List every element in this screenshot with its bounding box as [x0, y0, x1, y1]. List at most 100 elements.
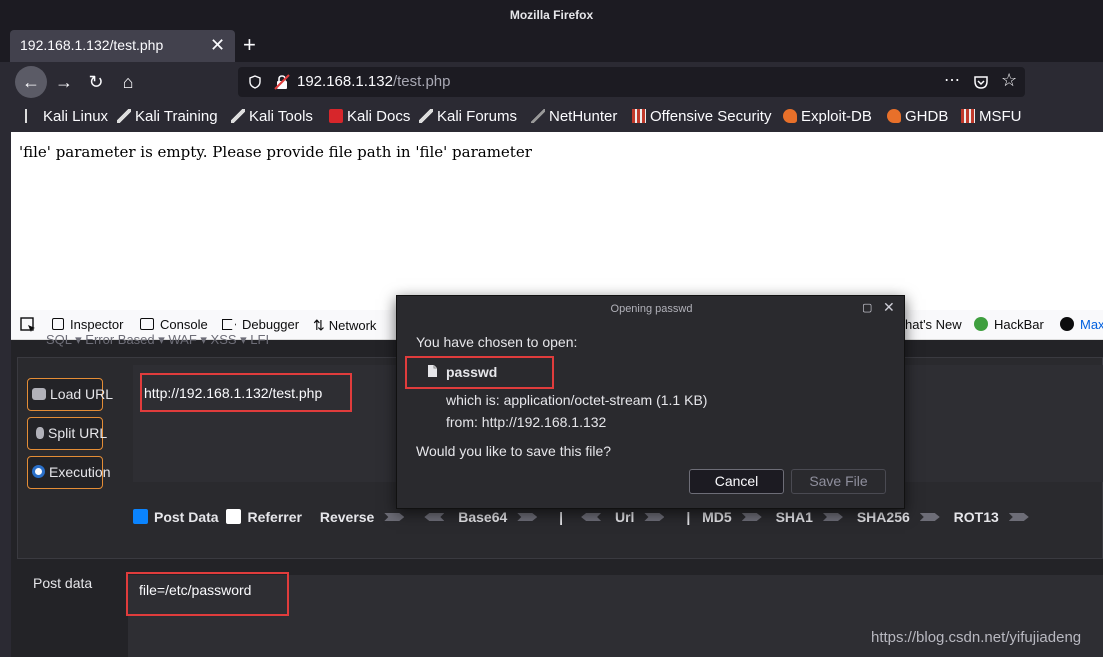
page-content: 'file' parameter is empty. Please provid…	[11, 132, 1103, 310]
insecure-lock-icon[interactable]	[274, 74, 290, 90]
rot13-button[interactable]: ROT13	[954, 509, 1039, 525]
reverse-button[interactable]: Reverse	[320, 509, 415, 525]
address-bar[interactable]: 192.168.1.132/test.php ⋯ ☆	[238, 67, 1025, 97]
tab-whats-new[interactable]: hat's New	[905, 317, 962, 332]
kali-dragon-icon	[419, 109, 433, 123]
load-icon	[32, 388, 46, 400]
inspector-icon	[52, 318, 64, 330]
bookmark-kali-forums[interactable]: Kali Forums	[419, 108, 517, 125]
base64-button[interactable]: Base64	[458, 509, 547, 525]
bookmark-msfu[interactable]: MSFU	[961, 108, 1022, 125]
checked-icon	[133, 509, 148, 524]
page-actions-icon[interactable]: ⋯	[944, 70, 960, 90]
highlight-filename	[405, 356, 554, 389]
tab-inspector[interactable]: Inspector	[52, 317, 123, 332]
kali-dragon-icon	[231, 109, 245, 123]
arrow-right-icon	[1008, 513, 1029, 521]
shield-icon[interactable]	[249, 75, 261, 89]
url-path: /test.php	[392, 73, 451, 90]
bookmark-ghdb[interactable]: GHDB	[887, 108, 948, 125]
background-terminal-edge	[0, 132, 11, 657]
dialog-chosen-label: You have chosen to open:	[416, 334, 578, 350]
window-title-bar: Mozilla Firefox	[0, 0, 1103, 30]
hackbar-icon	[974, 317, 988, 331]
bookmark-nethunter[interactable]: NetHunter	[531, 108, 617, 125]
dialog-title: Opening passwd	[610, 303, 693, 315]
url-text[interactable]: 192.168.1.132/test.php	[297, 73, 450, 90]
url-host: 192.168.1.132	[297, 73, 393, 90]
new-tab-icon[interactable]: +	[243, 32, 256, 58]
md5-button[interactable]: MD5	[702, 509, 772, 525]
bookmark-offensive-security[interactable]: Offensive Security	[632, 108, 771, 125]
separator: |	[686, 509, 691, 525]
bookmark-kali-training[interactable]: Kali Training	[117, 108, 218, 125]
dialog-file-source: from: http://192.168.1.132	[446, 414, 607, 430]
hackbar-options: Post Data Referrer Reverse Base64 | Url …	[133, 509, 1039, 525]
bookmark-exploit-db[interactable]: Exploit-DB	[783, 108, 872, 125]
max-hackbar-icon	[1060, 317, 1074, 331]
split-icon	[36, 427, 44, 439]
browser-tab[interactable]: 192.168.1.132/test.php ✕	[10, 30, 235, 62]
separator: |	[559, 509, 564, 525]
window-title: Mozilla Firefox	[509, 8, 594, 22]
close-tab-icon[interactable]: ✕	[210, 35, 225, 56]
bookmark-star-icon[interactable]: ☆	[1001, 70, 1017, 91]
post-data-checkbox[interactable]: Post Data	[133, 509, 219, 525]
referrer-checkbox[interactable]: Referrer	[226, 509, 302, 525]
close-icon[interactable]: ✕	[883, 299, 895, 316]
highlight-post-data	[126, 572, 289, 616]
docs-icon	[329, 109, 343, 123]
kali-dragon-icon	[117, 109, 131, 123]
url-encode-button[interactable]: Url	[615, 509, 674, 525]
tab-title: 192.168.1.132/test.php	[20, 37, 164, 53]
msfu-icon	[961, 109, 975, 123]
tab-hackbar[interactable]: HackBar	[974, 317, 1044, 332]
unchecked-icon	[226, 509, 242, 524]
debugger-icon	[222, 319, 236, 330]
pocket-icon[interactable]	[973, 74, 989, 90]
post-data-label: Post data	[33, 575, 93, 591]
download-dialog: Opening passwd ▢ ✕ You have chosen to op…	[396, 295, 905, 509]
sha256-button[interactable]: SHA256	[857, 509, 950, 525]
console-icon	[140, 318, 154, 330]
arrow-right-icon	[644, 513, 665, 521]
bookmark-kali-linux[interactable]: Kali Linux	[25, 108, 108, 125]
offsec-icon	[632, 109, 646, 123]
forward-icon[interactable]: →	[48, 66, 80, 98]
arrow-right-icon	[822, 513, 843, 521]
play-icon	[32, 465, 45, 478]
arrow-right-icon	[741, 513, 762, 521]
split-url-button[interactable]: Split URL	[27, 417, 107, 450]
tab-network[interactable]: ⇅ Network	[313, 317, 376, 334]
ghdb-icon	[887, 109, 901, 123]
arrow-right-icon	[919, 513, 940, 521]
load-url-button[interactable]: Load URL	[27, 378, 113, 411]
home-icon[interactable]: ⌂	[112, 66, 144, 98]
maximize-icon[interactable]: ▢	[862, 301, 872, 314]
arrow-right-icon	[517, 513, 538, 521]
cancel-button[interactable]: Cancel	[689, 469, 784, 494]
bookmark-kali-tools[interactable]: Kali Tools	[231, 108, 313, 125]
kali-dragon-icon	[25, 109, 39, 123]
dialog-question: Would you like to save this file?	[416, 443, 612, 459]
sha1-button[interactable]: SHA1	[776, 509, 853, 525]
tab-max[interactable]: Max	[1060, 317, 1103, 332]
arrow-right-icon	[384, 513, 405, 521]
back-icon[interactable]: ←	[15, 66, 47, 98]
page-message: 'file' parameter is empty. Please provid…	[19, 143, 532, 161]
reload-icon[interactable]: ↻	[80, 66, 112, 98]
dialog-file-type: which is: application/octet-stream (1.1 …	[446, 392, 708, 408]
network-icon: ⇅	[313, 317, 325, 333]
element-picker-icon[interactable]	[20, 317, 36, 333]
hackbar-menu[interactable]: SQL ▾ Error Based ▾ WAF ▾ XSS ▾ LFI	[46, 332, 269, 348]
watermark: https://blog.csdn.net/yifujiadeng	[871, 629, 1082, 646]
bookmark-kali-docs[interactable]: Kali Docs	[329, 108, 410, 125]
arrow-left-icon[interactable]	[581, 513, 602, 521]
save-file-button[interactable]: Save File	[791, 469, 886, 494]
highlight-url	[140, 373, 352, 412]
execution-button[interactable]: Execution	[27, 456, 110, 489]
arrow-left-icon[interactable]	[424, 513, 445, 521]
tab-console[interactable]: Console	[140, 317, 208, 332]
tab-debugger[interactable]: Debugger	[222, 317, 299, 332]
exploit-db-icon	[783, 109, 797, 123]
